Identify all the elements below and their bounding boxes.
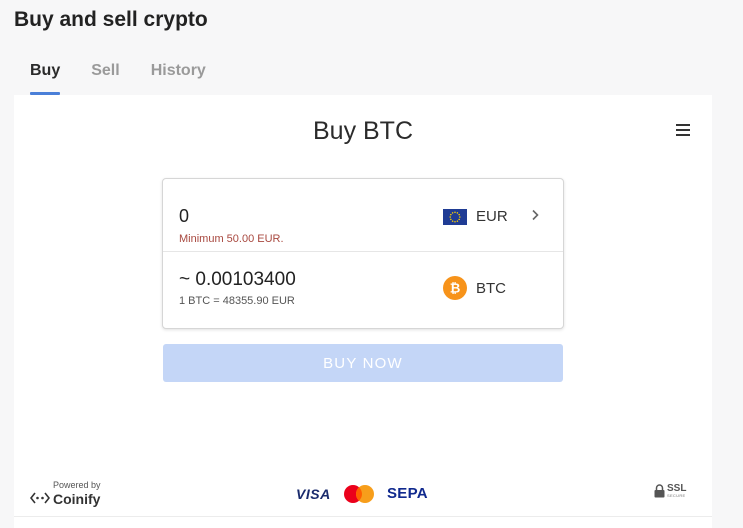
buy-now-button[interactable]: BUY NOW: [163, 344, 563, 382]
crypto-currency: ₿ BTC: [443, 276, 506, 300]
bitcoin-icon: ₿: [443, 276, 467, 300]
powered-by-label: Powered by: [53, 480, 101, 490]
tab-history[interactable]: History: [151, 62, 206, 95]
tab-buy[interactable]: Buy: [30, 62, 61, 95]
lock-icon: [654, 484, 665, 498]
ssl-secure-badge: SSL SECURE: [654, 484, 686, 498]
sepa-logo: SEPA: [387, 485, 428, 502]
tab-bar: Buy Sell History: [30, 62, 237, 95]
widget-footer: Powered by Coinify VISA mastercard SEPA …: [14, 480, 712, 512]
ssl-sub-label: SECURE: [667, 493, 686, 498]
widget-title: Buy BTC: [312, 117, 414, 145]
crypto-amount: ~ 0.00103400: [179, 269, 296, 290]
coinify-branding[interactable]: Powered by Coinify: [30, 481, 101, 506]
exchange-rate-note: 1 BTC = 48355.90 EUR: [179, 295, 295, 307]
buy-panel: Buy BTC Minimum 50.00 EUR.: [14, 95, 712, 528]
crypto-currency-label: BTC: [476, 279, 506, 297]
fiat-amount-input[interactable]: [179, 206, 419, 227]
hamburger-menu-icon[interactable]: [676, 124, 690, 136]
currency-converter: Minimum 50.00 EUR.: [162, 178, 564, 329]
crypto-amount-row: ~ 0.00103400 1 BTC = 48355.90 EUR ₿ BTC: [163, 252, 563, 325]
fiat-currency-label: EUR: [476, 208, 508, 225]
sepa-text: SEPA: [387, 485, 428, 502]
minimum-amount-note: Minimum 50.00 EUR.: [179, 233, 284, 245]
coinify-name: Coinify: [53, 491, 101, 507]
svg-text:₿: ₿: [450, 282, 461, 297]
eu-flag-icon: [443, 208, 467, 225]
tab-sell[interactable]: Sell: [91, 62, 119, 95]
mastercard-logo-icon: mastercard: [344, 485, 374, 503]
fiat-currency-selector[interactable]: EUR: [443, 208, 508, 225]
visa-logo: VISA: [296, 486, 331, 502]
coinify-logo-icon: [30, 492, 50, 503]
chevron-right-icon[interactable]: [530, 209, 540, 221]
fiat-amount-row: Minimum 50.00 EUR.: [163, 179, 563, 252]
page-title: Buy and sell crypto: [14, 8, 208, 31]
footer-divider: [14, 516, 712, 517]
